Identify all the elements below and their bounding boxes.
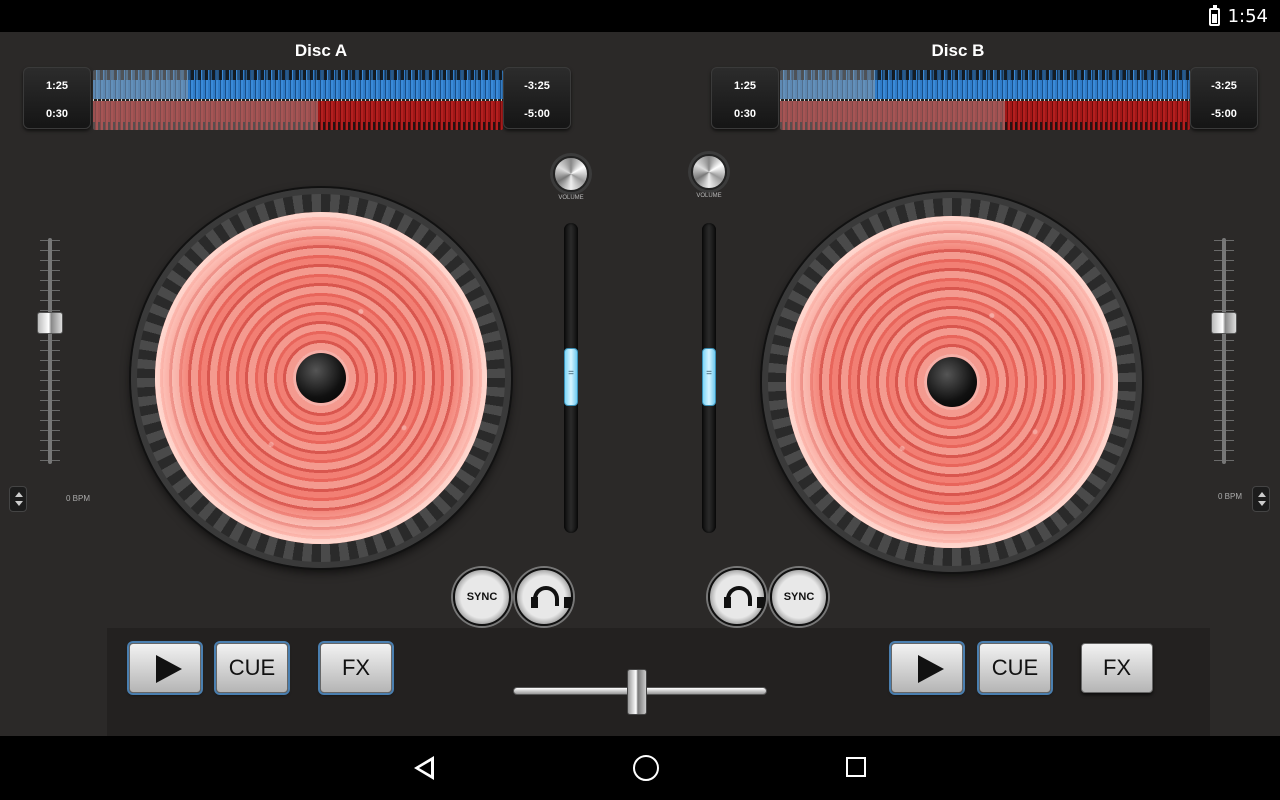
deck-b-title: Disc B	[931, 41, 985, 60]
headphone-icon	[724, 584, 764, 610]
deck-b-bpm-label: 0 BPM	[1218, 492, 1243, 501]
deck-b-spindle	[927, 357, 977, 407]
deck-b-channel-fader-thumb[interactable]	[702, 348, 716, 406]
deck-a-elapsed-top: 1:25	[45, 80, 69, 92]
deck-a-bpm-stepper[interactable]	[9, 486, 27, 512]
deck-a-platter[interactable]	[155, 212, 487, 544]
recent-apps-icon[interactable]	[846, 757, 866, 777]
deck-b-turntable[interactable]	[762, 192, 1142, 572]
deck-a-title: Disc A	[294, 41, 348, 60]
deck-a-channel-fader-thumb[interactable]	[564, 348, 578, 406]
deck-a-remaining-bottom: -5:00	[524, 108, 550, 120]
status-clock: 1:54	[1227, 6, 1268, 27]
status-bar: 1:54	[0, 0, 1280, 32]
deck-a-spindle	[296, 353, 346, 403]
deck-a-remaining-display: -3:25 -5:00	[503, 67, 571, 129]
deck-a-waveform[interactable]	[93, 70, 503, 130]
play-icon	[156, 655, 182, 683]
deck-b-remaining-display: -3:25 -5:00	[1190, 67, 1258, 129]
deck-a-sync-button[interactable]: SYNC	[453, 568, 511, 626]
deck-b-platter[interactable]	[786, 216, 1118, 548]
deck-a-volume-label: VOLUME	[558, 195, 584, 201]
deck-a-pitch-slider[interactable]	[48, 238, 52, 464]
deck-b-waveform-played-top	[780, 70, 875, 99]
deck-a-headphone-button[interactable]	[515, 568, 573, 626]
deck-b-waveform[interactable]	[780, 70, 1190, 130]
deck-b-elapsed-display: 1:25 0:30	[711, 67, 779, 129]
deck-b-volume-label: VOLUME	[696, 193, 722, 199]
deck-b-cue-button[interactable]: CUE	[979, 643, 1051, 693]
deck-a-waveform-played-top	[93, 70, 188, 99]
deck-b-remaining-bottom: -5:00	[1211, 108, 1237, 120]
deck-a-remaining-top: -3:25	[524, 80, 550, 92]
deck-b-waveform-played-bottom	[780, 101, 1005, 130]
deck-a-play-button[interactable]	[129, 643, 201, 693]
deck-b-sync-button[interactable]: SYNC	[770, 568, 828, 626]
back-icon[interactable]	[414, 756, 434, 780]
deck-b-play-button[interactable]	[891, 643, 963, 693]
deck-a-pitch-thumb[interactable]	[37, 312, 63, 334]
deck-b-pitch-slider[interactable]	[1222, 238, 1226, 464]
deck-a-elapsed-display: 1:25 0:30	[23, 67, 91, 129]
deck-a-cue-button[interactable]: CUE	[216, 643, 288, 693]
deck-a-volume-knob[interactable]	[553, 156, 589, 192]
play-icon	[918, 655, 944, 683]
deck-b-bpm-stepper[interactable]	[1252, 486, 1270, 512]
dj-mixer-app: Disc A 1:25 0:30 -3:25 -5:00 Disc B 1:25…	[0, 32, 1280, 736]
deck-b-elapsed-bottom: 0:30	[733, 108, 757, 120]
deck-b-elapsed-top: 1:25	[733, 80, 757, 92]
deck-a-bpm-label: 0 BPM	[66, 494, 91, 503]
crossfader-thumb[interactable]	[627, 669, 647, 715]
deck-b-fx-button[interactable]: FX	[1081, 643, 1153, 693]
deck-a-waveform-played-bottom	[93, 101, 318, 130]
deck-b-pitch-thumb[interactable]	[1211, 312, 1237, 334]
headphone-icon	[531, 584, 571, 610]
deck-a-fx-button[interactable]: FX	[320, 643, 392, 693]
deck-a-turntable[interactable]	[131, 188, 511, 568]
navigation-bar	[0, 736, 1280, 800]
deck-b-headphone-button[interactable]	[708, 568, 766, 626]
deck-a-elapsed-bottom: 0:30	[45, 108, 69, 120]
battery-icon	[1209, 5, 1220, 26]
deck-b-volume-knob[interactable]	[691, 154, 727, 190]
deck-b-remaining-top: -3:25	[1211, 80, 1237, 92]
home-icon[interactable]	[633, 755, 659, 781]
